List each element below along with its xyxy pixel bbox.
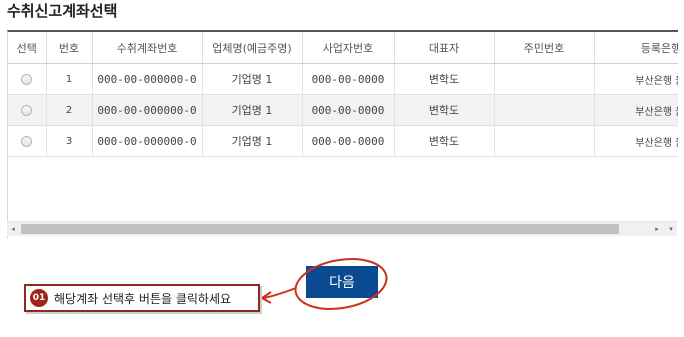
radio-button-icon[interactable] bbox=[21, 105, 33, 116]
radio-button-icon[interactable] bbox=[21, 136, 33, 147]
bank-name: 부산은행 울산 bbox=[594, 94, 678, 126]
arrow-head-icon bbox=[260, 291, 272, 304]
col-header-number: 번호 bbox=[46, 32, 93, 64]
account-number: 000-00-000000-0 bbox=[92, 63, 203, 95]
select-cell[interactable] bbox=[8, 94, 47, 126]
col-header-bank: 등록은행 bbox=[594, 32, 678, 64]
scroll-down-icon[interactable]: ▾ bbox=[665, 222, 677, 236]
ceo-name: 변학도 bbox=[394, 63, 495, 95]
bank-name: 부산은행 울산 bbox=[594, 63, 678, 95]
page-title: 수취신고계좌선택 bbox=[7, 2, 118, 20]
company-name: 기업명 1 bbox=[202, 63, 303, 95]
col-header-resident-no: 주민번호 bbox=[494, 32, 595, 64]
step-badge: 01 bbox=[30, 289, 48, 307]
col-header-ceo: 대표자 bbox=[394, 32, 495, 64]
col-header-biz-no: 사업자번호 bbox=[302, 32, 395, 64]
business-number: 000-00-0000 bbox=[302, 94, 395, 126]
company-name: 기업명 1 bbox=[202, 94, 303, 126]
account-number: 000-00-000000-0 bbox=[92, 94, 203, 126]
row-number: 2 bbox=[46, 94, 93, 126]
scroll-right-icon[interactable]: ▸ bbox=[651, 222, 663, 236]
instruction-text: 해당계좌 선택후 버튼을 클릭하세요 bbox=[54, 292, 232, 306]
table-row[interactable]: 3 000-00-000000-0 기업명 1 000-00-0000 변학도 … bbox=[8, 125, 678, 157]
annotation-arrow-icon bbox=[263, 287, 297, 299]
resident-number bbox=[494, 63, 595, 95]
col-header-select: 선택 bbox=[8, 32, 47, 64]
instruction-callout: 01 해당계좌 선택후 버튼을 클릭하세요 bbox=[24, 284, 260, 312]
account-number: 000-00-000000-0 bbox=[92, 125, 203, 157]
table-row[interactable]: 1 000-00-000000-0 기업명 1 000-00-0000 변학도 … bbox=[8, 63, 678, 95]
resident-number bbox=[494, 94, 595, 126]
col-header-company: 업체명(예금주명) bbox=[202, 32, 303, 64]
next-button[interactable]: 다음 bbox=[306, 266, 378, 298]
select-cell[interactable] bbox=[8, 125, 47, 157]
row-number: 1 bbox=[46, 63, 93, 95]
table-header-row: 선택 번호 수취계좌번호 업체명(예금주명) 사업자번호 대표자 주민번호 등록… bbox=[8, 32, 678, 64]
col-header-account: 수취계좌번호 bbox=[92, 32, 203, 64]
bank-name: 부산은행 울산 bbox=[594, 125, 678, 157]
scrollbar-thumb[interactable] bbox=[21, 224, 619, 234]
resident-number bbox=[494, 125, 595, 157]
row-number: 3 bbox=[46, 125, 93, 157]
account-table: 선택 번호 수취계좌번호 업체명(예금주명) 사업자번호 대표자 주민번호 등록… bbox=[8, 32, 678, 157]
select-cell[interactable] bbox=[8, 63, 47, 95]
account-grid: 선택 번호 수취계좌번호 업체명(예금주명) 사업자번호 대표자 주민번호 등록… bbox=[7, 30, 678, 239]
business-number: 000-00-0000 bbox=[302, 63, 395, 95]
ceo-name: 변학도 bbox=[394, 94, 495, 126]
ceo-name: 변학도 bbox=[394, 125, 495, 157]
scroll-left-icon[interactable]: ◂ bbox=[7, 222, 19, 236]
business-number: 000-00-0000 bbox=[302, 125, 395, 157]
table-row[interactable]: 2 000-00-000000-0 기업명 1 000-00-0000 변학도 … bbox=[8, 94, 678, 126]
horizontal-scrollbar[interactable]: ◂ ▸ ▾ bbox=[7, 221, 677, 236]
radio-button-icon[interactable] bbox=[21, 74, 33, 85]
company-name: 기업명 1 bbox=[202, 125, 303, 157]
